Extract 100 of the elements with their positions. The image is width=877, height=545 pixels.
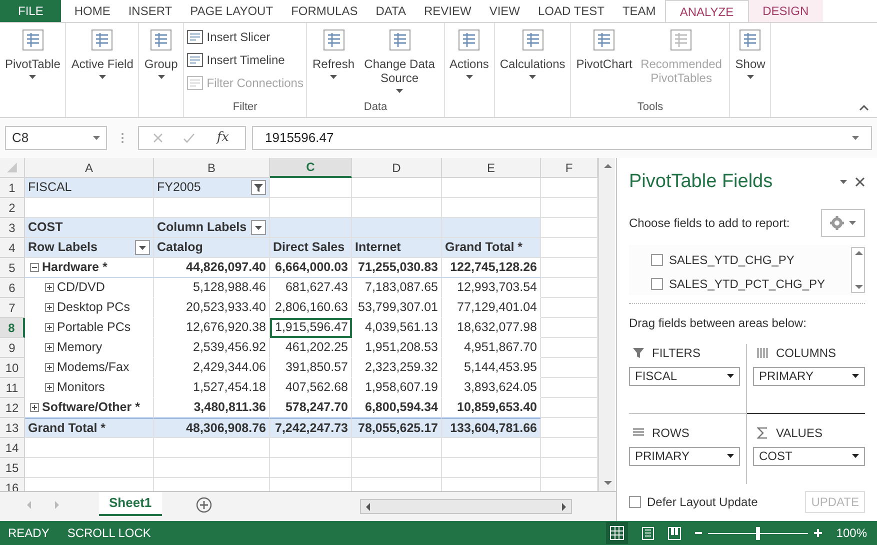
- formula-input[interactable]: 1915596.47: [252, 126, 872, 150]
- expand-icon[interactable]: [45, 363, 54, 372]
- expand-icon[interactable]: [45, 383, 54, 392]
- vertical-scrollbar[interactable]: [598, 158, 615, 491]
- field-dropdown[interactable]: PRIMARY: [629, 446, 740, 466]
- menu-tab[interactable]: FILE: [0, 0, 62, 22]
- row-header[interactable]: 3: [0, 218, 25, 238]
- ribbon-button[interactable]: Calculations: [498, 27, 568, 79]
- ribbon-button[interactable]: PivotChart: [574, 27, 634, 71]
- name-box[interactable]: C8: [5, 126, 107, 150]
- grid-view-icon[interactable]: [606, 522, 628, 544]
- row-header[interactable]: 11: [0, 378, 25, 398]
- table-icon: [458, 29, 480, 51]
- defer-label[interactable]: Defer Layout Update: [647, 493, 758, 511]
- row-header[interactable]: 9: [0, 338, 25, 358]
- menu-tab[interactable]: HOME: [65, 0, 120, 22]
- table-icon: [593, 29, 616, 51]
- row-header[interactable]: 15: [0, 458, 25, 478]
- menu-tab[interactable]: TEAM: [613, 0, 665, 22]
- expand-icon[interactable]: [30, 403, 39, 412]
- row-header[interactable]: 7: [0, 298, 25, 318]
- row-header[interactable]: 6: [0, 278, 25, 298]
- column-header[interactable]: E: [442, 158, 541, 178]
- menu-tab[interactable]: LOAD TEST: [529, 0, 614, 22]
- ribbon-button[interactable]: Insert Timeline: [186, 51, 304, 69]
- column-header[interactable]: C: [270, 158, 352, 178]
- collapse-icon[interactable]: [859, 104, 869, 111]
- field-dropdown[interactable]: FISCAL: [629, 366, 740, 386]
- menu-tab[interactable]: REVIEW: [414, 0, 480, 22]
- menu-tab[interactable]: VIEW: [480, 0, 529, 22]
- row-header[interactable]: 4: [0, 238, 25, 258]
- collapse-icon[interactable]: [30, 263, 39, 272]
- ribbon-button[interactable]: Actions: [448, 27, 491, 79]
- caret-icon: [849, 220, 856, 224]
- menu-tab[interactable]: INSERT: [119, 0, 182, 22]
- row-header[interactable]: 5: [0, 258, 25, 278]
- column-header[interactable]: B: [154, 158, 270, 178]
- page-break-icon[interactable]: [668, 526, 682, 540]
- field-dropdown[interactable]: PRIMARY: [753, 366, 865, 386]
- page-layout-icon[interactable]: [642, 526, 654, 540]
- row-header[interactable]: 12: [0, 398, 25, 418]
- defer-checkbox[interactable]: [629, 496, 641, 508]
- filter-icon[interactable]: [251, 180, 266, 195]
- caret-icon[interactable]: [840, 180, 847, 184]
- menu-tab[interactable]: FORMULAS: [282, 0, 367, 22]
- close-icon[interactable]: [855, 177, 865, 188]
- field-dropdown[interactable]: COST: [753, 446, 865, 466]
- zoom-level[interactable]: 100%: [836, 524, 867, 542]
- field-checkbox[interactable]: [651, 278, 663, 290]
- table-cell: 2,323,259.32: [352, 358, 442, 378]
- expand-icon[interactable]: [45, 283, 54, 292]
- zoom-in-icon[interactable]: [814, 529, 822, 537]
- settings-button[interactable]: [821, 208, 865, 236]
- row-label: Memory: [57, 339, 102, 356]
- ribbon-button[interactable]: Show: [733, 27, 768, 79]
- area-label: FILTERS: [652, 344, 700, 362]
- field-label[interactable]: SALES_YTD_CHG_PY: [669, 250, 794, 268]
- table-cell: Grand Total *: [442, 238, 541, 258]
- column-header[interactable]: F: [541, 158, 598, 178]
- table-icon: [186, 76, 203, 90]
- ribbon-button[interactable]: Active Field: [69, 27, 136, 79]
- ribbon-button[interactable]: Change Data Source: [358, 27, 441, 93]
- expand-icon[interactable]: [45, 343, 54, 352]
- table-cell: Column Labels: [154, 218, 270, 238]
- zoom-out-icon[interactable]: [695, 530, 702, 536]
- dropdown-icon[interactable]: [251, 220, 266, 235]
- scroll-right-icon: [560, 502, 568, 512]
- field-label[interactable]: SALES_YTD_PCT_CHG_PY: [669, 274, 826, 292]
- ribbon-button[interactable]: Refresh: [310, 27, 357, 79]
- insert-function-button[interactable]: fx: [214, 128, 231, 148]
- menu-tab[interactable]: DESIGN: [748, 0, 823, 22]
- ribbon-button[interactable]: Group: [142, 27, 180, 79]
- zoom-slider-thumb[interactable]: [756, 526, 760, 540]
- table-cell: FISCAL: [25, 178, 154, 198]
- table-cell: 12,993,703.54: [442, 278, 541, 298]
- menu-tab[interactable]: ANALYZE: [664, 0, 749, 22]
- row-header[interactable]: 13: [0, 418, 25, 438]
- ribbon-button[interactable]: Insert Slicer: [186, 28, 304, 46]
- sheet-tab[interactable]: Sheet1: [99, 492, 162, 516]
- menu-tab[interactable]: PAGE LAYOUT: [181, 0, 282, 22]
- expand-icon[interactable]: [45, 323, 54, 332]
- column-header[interactable]: A: [25, 158, 154, 178]
- row-header[interactable]: 2: [0, 198, 25, 218]
- column-header[interactable]: D: [352, 158, 442, 178]
- table-cell: 4,039,561.13: [352, 318, 442, 338]
- dropdown-icon[interactable]: [135, 240, 150, 255]
- row-header[interactable]: 14: [0, 438, 25, 458]
- expand-icon[interactable]: [45, 303, 54, 312]
- row-header[interactable]: 10: [0, 358, 25, 378]
- row-header[interactable]: 8: [0, 318, 25, 338]
- ribbon-button[interactable]: PivotTable: [3, 27, 62, 79]
- row-header[interactable]: 1: [0, 178, 25, 198]
- drag-hint: Drag fields between areas below:: [629, 314, 808, 332]
- table-cell: Direct Sales: [270, 238, 352, 258]
- add-sheet-icon[interactable]: [196, 497, 212, 513]
- field-list-scrollbar[interactable]: [851, 246, 865, 292]
- field-checkbox[interactable]: [651, 254, 663, 266]
- menu-tab[interactable]: DATA: [366, 0, 415, 22]
- area-label: ROWS: [652, 424, 690, 442]
- horizontal-scrollbar[interactable]: [360, 499, 572, 514]
